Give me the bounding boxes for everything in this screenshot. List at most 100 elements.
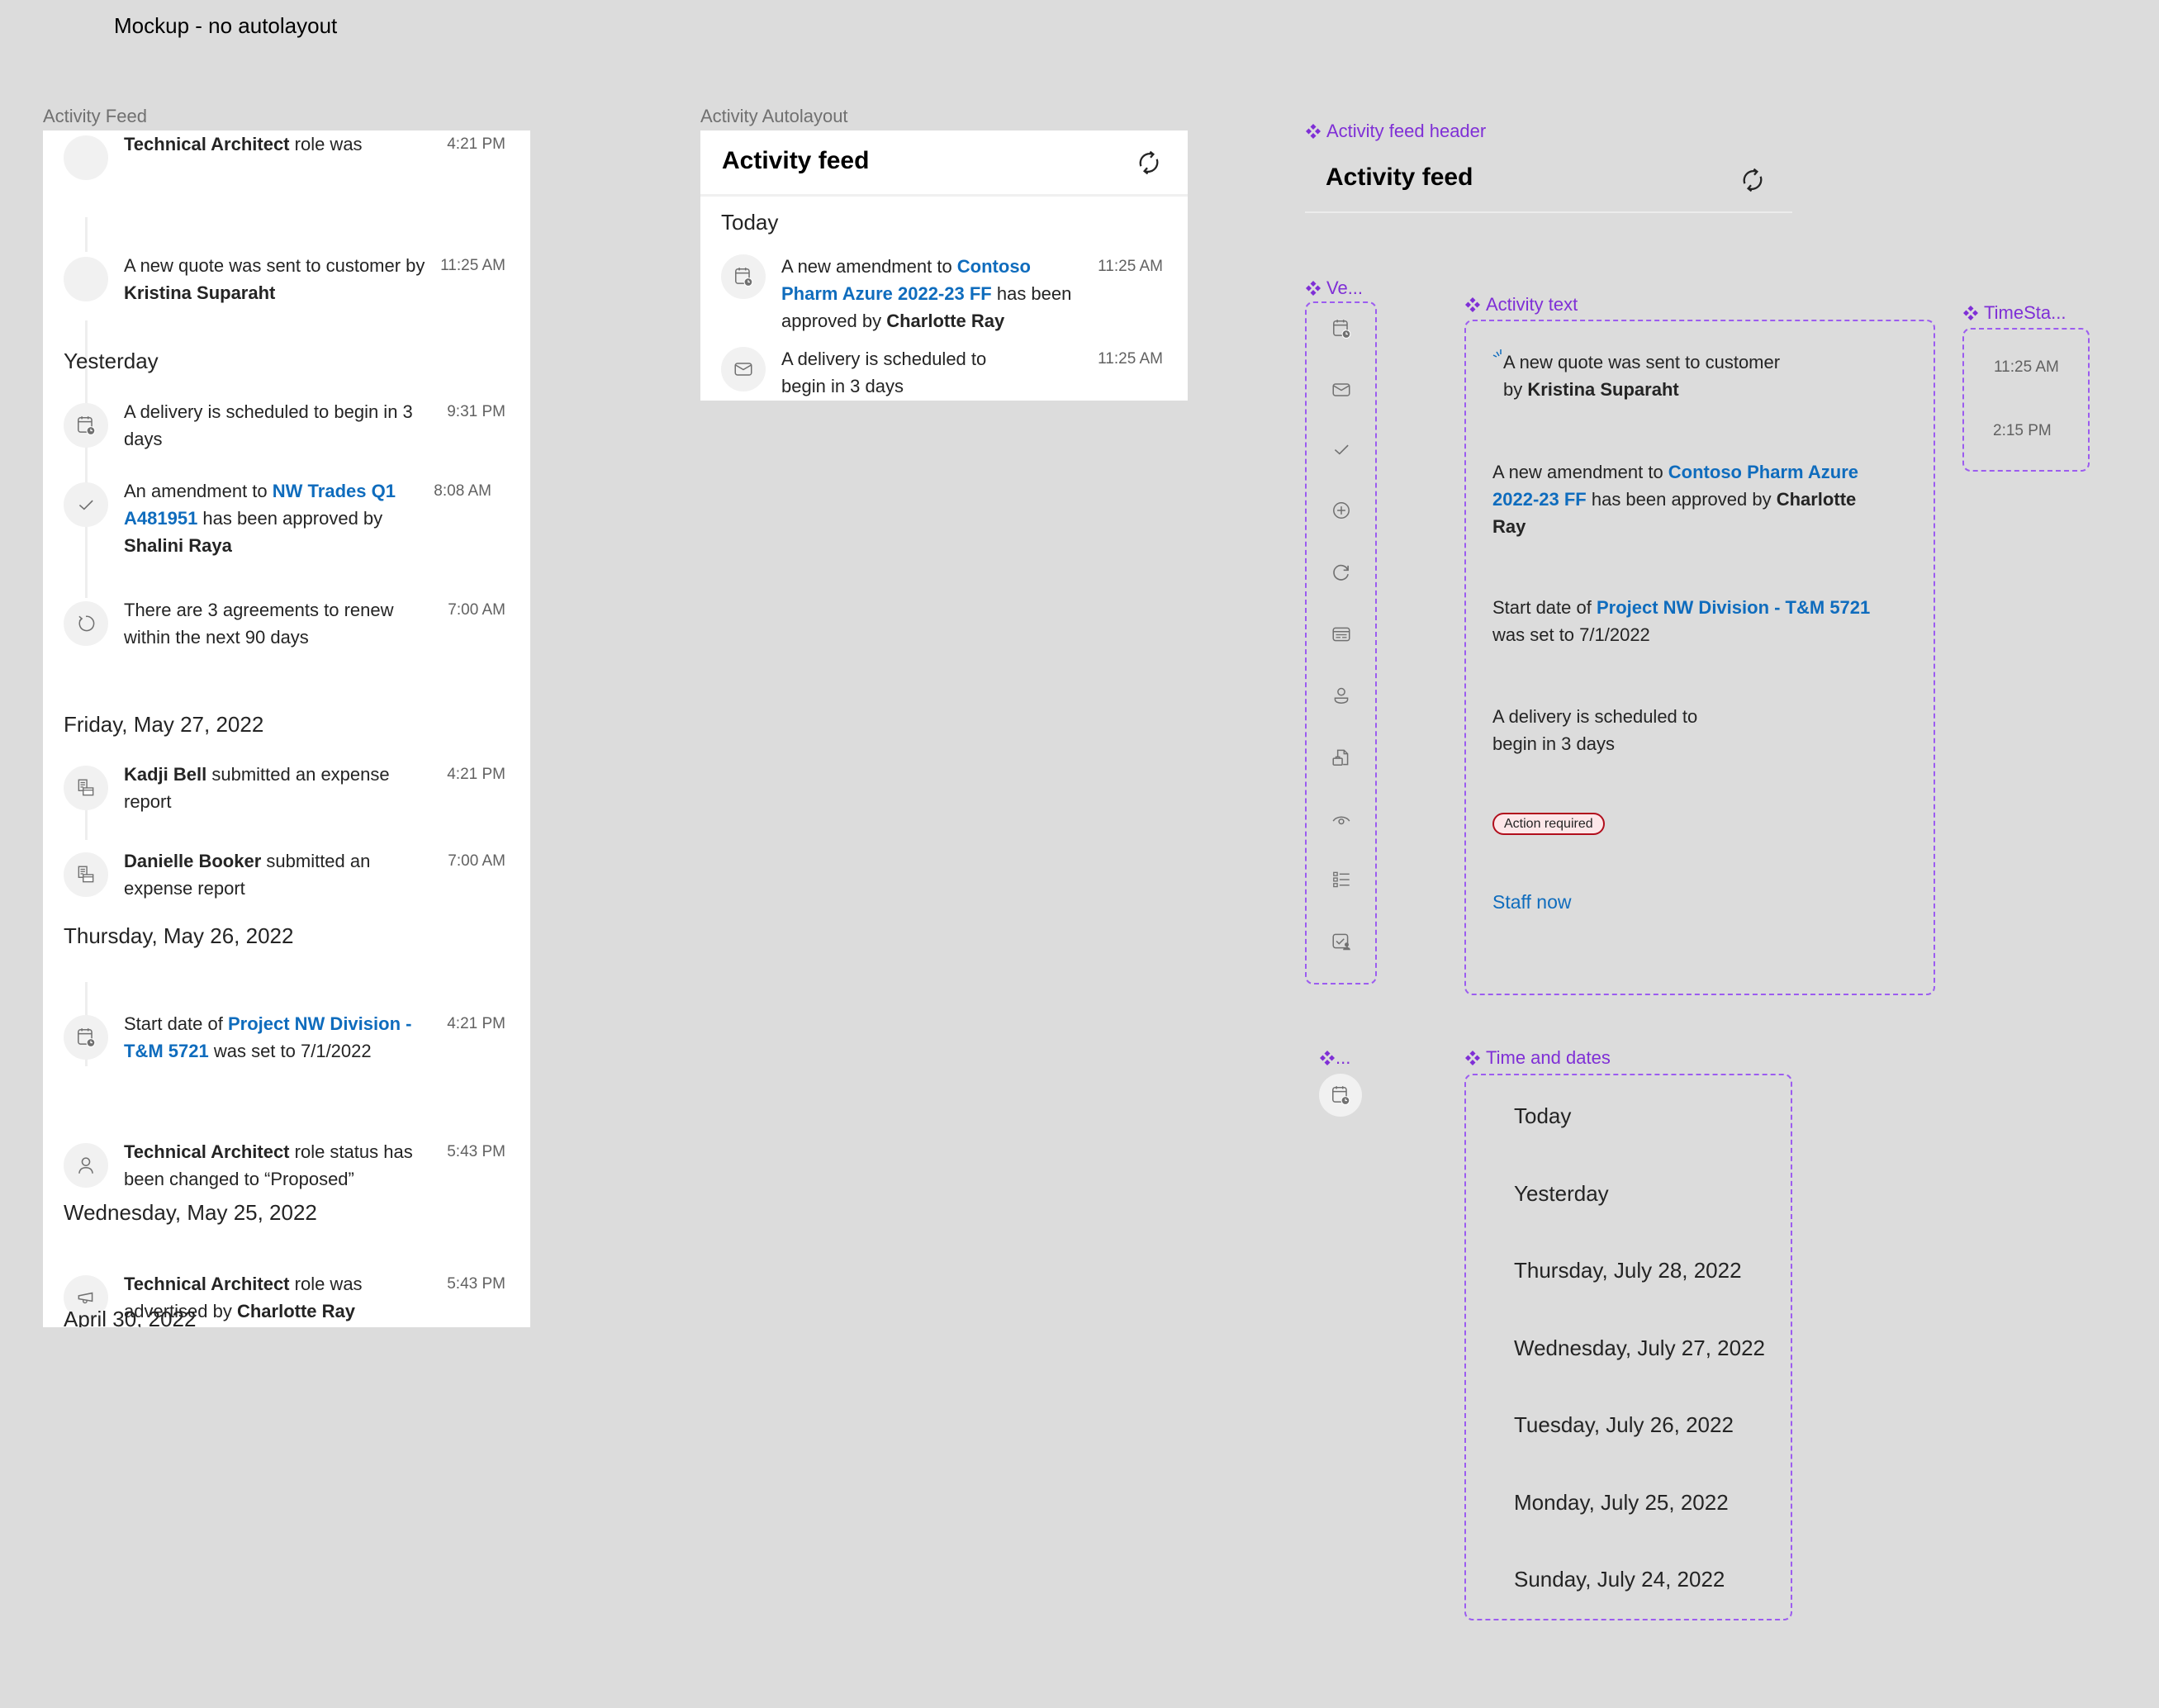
feed-item[interactable]: Danielle Booker submitted an expense rep… (43, 847, 530, 905)
text-segment: has been approved by (1586, 489, 1777, 510)
timestamp: 11:25 AM (1098, 350, 1163, 368)
frame-label-activity-autolayout[interactable]: Activity Autolayout (700, 106, 848, 127)
icon-variant[interactable] (1307, 562, 1375, 583)
icon-variant[interactable] (1307, 500, 1375, 521)
feed-item[interactable]: Technical Architect role was 4:21 PM (43, 130, 530, 188)
date-variant: Sunday, July 24, 2022 (1514, 1567, 1725, 1592)
timestamp: 11:25 AM (1098, 258, 1163, 275)
timestamp: 4:21 PM (447, 1015, 505, 1032)
feed-icon-circle (64, 601, 108, 646)
timestamp: 7:00 AM (448, 852, 505, 870)
feed-icon-circle (64, 135, 108, 180)
timestamp: 9:31 PM (447, 403, 505, 420)
person-name: Technical Architect (124, 1274, 290, 1294)
activity-autolayout-panel: Activity feed Today A new amendment to C… (700, 130, 1188, 401)
icon-variant[interactable] (1307, 624, 1375, 645)
feed-item[interactable]: Technical Architect role status has been… (43, 1138, 530, 1196)
icon-circle-component[interactable] (1319, 1074, 1362, 1117)
feed-icon-circle (64, 1143, 108, 1188)
text-segment: was set to 7/1/2022 (1492, 624, 1650, 645)
activity-text-entry: A new amendment to Contoso Pharm Azure 2… (1492, 458, 1881, 540)
text-segment: by (1503, 379, 1528, 400)
icon-variant[interactable] (1307, 439, 1375, 460)
icon-variant[interactable] (1307, 809, 1375, 830)
component-icon (1305, 123, 1321, 140)
eye-icon (1331, 809, 1352, 830)
component-label-text: Activity text (1486, 294, 1578, 315)
component-label-text: Ve... (1326, 278, 1364, 298)
icon-variant[interactable] (1307, 379, 1375, 401)
person-name: Technical Architect (124, 1141, 290, 1162)
feed-item[interactable]: A delivery is scheduled to begin in 3 da… (700, 345, 1188, 401)
icon-variant[interactable] (1307, 931, 1375, 952)
timestamps-component[interactable]: 11:25 AM 2:15 PM (1962, 328, 2090, 472)
feed-icon-circle (64, 482, 108, 527)
refresh-button[interactable] (1132, 146, 1165, 179)
timestamp: 4:21 PM (447, 766, 505, 783)
activity-text: A delivery is scheduled to begin in 3 da… (124, 398, 438, 453)
component-label-time-and-dates[interactable]: Time and dates (1464, 1047, 1611, 1069)
feed-item[interactable]: Kadji Bell submitted an expense report 4:… (43, 761, 530, 818)
component-label-timestamps[interactable]: TimeSta... (1962, 302, 2066, 324)
icon-variant[interactable] (1307, 318, 1375, 339)
feed-item[interactable]: There are 3 agreements to renew within t… (43, 596, 530, 654)
feed-icon-circle (64, 403, 108, 448)
timestamp: 5:43 PM (447, 1143, 505, 1160)
date-variant: Tuesday, July 26, 2022 (1514, 1412, 1734, 1437)
mail-icon (1331, 379, 1352, 401)
timestamp: 5:43 PM (447, 1275, 505, 1293)
activity-feed-panel: A new quote was sent to customer by Kris… (43, 130, 530, 1327)
entity-link[interactable]: Project NW Division - T&M 5721 (1597, 597, 1870, 618)
text-segment: There are 3 agreements to renew within t… (124, 600, 394, 648)
text-segment: Start date of (124, 1013, 228, 1034)
component-label-icon-circle[interactable]: ... (1319, 1047, 1350, 1069)
text-segment: A delivery is scheduled to begin in 3 da… (781, 349, 987, 396)
expense-report-icon (75, 864, 97, 885)
icon-variants-component[interactable] (1305, 301, 1377, 984)
activity-text: A new quote was sent to customer by Kris… (124, 252, 438, 306)
feed-icon-circle (721, 347, 766, 391)
activity-text-component[interactable]: Action required Staff now A new quote wa… (1464, 320, 1935, 995)
component-icon (1319, 1050, 1336, 1066)
person-name: Charlotte Ray (236, 1301, 356, 1321)
refresh-icon (1135, 149, 1163, 177)
date-variant: Yesterday (1514, 1180, 1609, 1206)
time-and-dates-component[interactable]: Today Yesterday Thursday, July 28, 2022 Wed… (1464, 1074, 1792, 1620)
activity-text: Start date of Project NW Division - T&M … (124, 1010, 438, 1065)
feed-item[interactable]: A new amendment to Contoso Pharm Azure 2… (700, 253, 1188, 335)
feed-item[interactable]: An amendment to NW Trades Q1 A481951 has… (43, 477, 530, 556)
text-segment: A new amendment to (781, 256, 957, 277)
component-icon (1962, 305, 1979, 321)
calendar-clock-icon (1330, 1084, 1351, 1106)
component-label-text: TimeSta... (1984, 302, 2066, 323)
component-label-activity-text[interactable]: Activity text (1464, 294, 1578, 316)
feed-item[interactable]: A new quote was sent to customer by Kris… (43, 252, 530, 310)
text-segment: A delivery is scheduled to begin in 3 da… (124, 401, 413, 449)
component-label-icon-variants[interactable]: Ve... (1305, 278, 1363, 299)
activity-text: A new amendment to Contoso Pharm Azure 2… (781, 253, 1087, 334)
icon-variant[interactable] (1307, 869, 1375, 890)
calendar-clock-icon (75, 1027, 97, 1048)
staff-now-link[interactable]: Staff now (1492, 891, 1571, 913)
activity-text: Kadji Bell submitted an expense report (124, 761, 438, 815)
person-name: Danielle Booker (124, 851, 262, 871)
person-name: Kadji Bell (124, 764, 207, 785)
list-icon (1331, 869, 1352, 890)
activity-feed-header: Activity feed (700, 130, 1188, 197)
checkmark-icon (1331, 439, 1352, 460)
text-segment: role was (289, 134, 363, 154)
feed-item[interactable]: Start date of Project NW Division - T&M … (43, 1010, 530, 1068)
person-name: Kristina Suparaht (1527, 379, 1679, 400)
person-name: Shalini Raya (124, 535, 232, 556)
megaphone-icon (75, 1287, 97, 1308)
feed-item[interactable]: A delivery is scheduled to begin in 3 da… (43, 398, 530, 456)
calendar-clock-icon (1331, 318, 1352, 339)
icon-variant[interactable] (1307, 747, 1375, 768)
icon-variant[interactable] (1307, 685, 1375, 706)
frame-label-activity-feed[interactable]: Activity Feed (43, 106, 147, 127)
component-label-activity-feed-header[interactable]: Activity feed header (1305, 121, 1486, 142)
component-refresh-button[interactable] (1736, 164, 1769, 197)
date-header-today: Today (721, 210, 779, 235)
feed-icon-circle (64, 852, 108, 897)
timestamp-value: 11:25 AM (1994, 358, 2059, 376)
